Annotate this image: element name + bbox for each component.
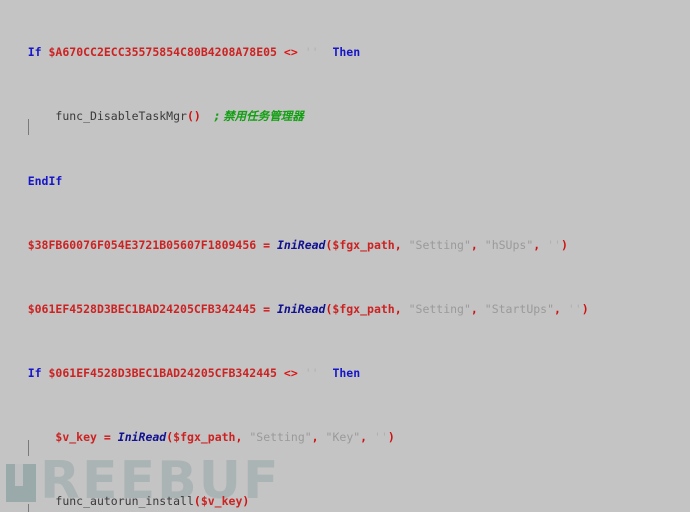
code-line: func_autorun_install($v_key) bbox=[27, 494, 250, 512]
code-line: $38FB60076F054E3721B05607F1809456 = IniR… bbox=[27, 237, 568, 252]
code-line: $v_key = IniRead($fgx_path, "Setting", "… bbox=[27, 430, 395, 457]
code-line: If $061EF4528D3BEC1BAD24205CFB342445 <> … bbox=[27, 366, 361, 381]
code-line: EndIf bbox=[27, 173, 63, 188]
code-viewport: REEBUF If $A670CC2ECC35575854C80B4208A78… bbox=[0, 0, 690, 512]
source-code-block: If $A670CC2ECC35575854C80B4208A78E05 <> … bbox=[0, 0, 690, 512]
code-line: If $A670CC2ECC35575854C80B4208A78E05 <> … bbox=[27, 45, 361, 60]
code-line: $061EF4528D3BEC1BAD24205CFB342445 = IniR… bbox=[27, 301, 589, 316]
code-line: func_DisableTaskMgr() ; 禁用任务管理器 bbox=[27, 109, 304, 136]
